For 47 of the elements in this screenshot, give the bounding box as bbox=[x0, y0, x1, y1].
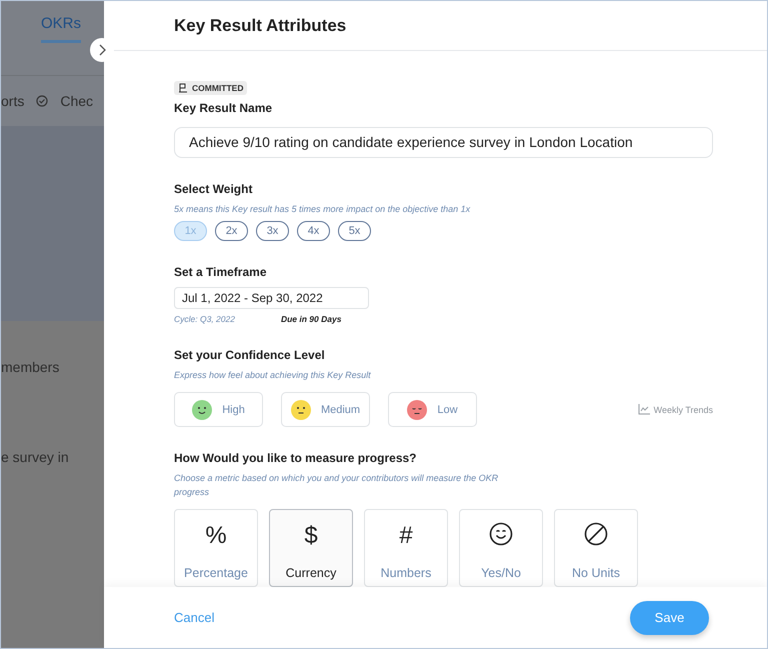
cycle-text: Cycle: Q3, 2022 bbox=[174, 314, 235, 324]
sad-face-icon bbox=[407, 400, 428, 420]
neutral-face-icon bbox=[290, 400, 311, 420]
symbol-text: $ bbox=[304, 522, 318, 550]
weight-option[interactable]: 1x bbox=[174, 220, 207, 241]
section-title: How Would you like to measure progress? bbox=[174, 451, 418, 465]
date-range-field[interactable]: Jul 1, 2022 - Sep 30, 2022 bbox=[174, 286, 369, 309]
field-label: Key Result Name bbox=[174, 101, 274, 115]
metric-option[interactable]: # Numbers bbox=[364, 509, 448, 587]
weekly-trends-link[interactable]: Weekly Trends bbox=[638, 404, 713, 415]
metric-option[interactable]: $ Currency bbox=[269, 509, 353, 587]
key-result-name-field[interactable]: Achieve 9/10 rating on candidate experience survey in London Location bbox=[174, 127, 713, 158]
weight-option[interactable]: 3x bbox=[256, 220, 289, 241]
section-title: Set your Confidence Level bbox=[174, 348, 326, 362]
line-chart-icon bbox=[638, 404, 650, 415]
cancel-link[interactable]: Cancel bbox=[174, 610, 214, 625]
smiley-icon bbox=[489, 522, 513, 546]
hint-text: Express how feel about achieving this Key Result bbox=[174, 369, 372, 382]
due-text: Due in 90 Days bbox=[280, 314, 342, 324]
hint-text: 5x means this Key result has 5 times more impact on the objective than 1x bbox=[174, 202, 472, 216]
panel-title: Key Result Attributes bbox=[174, 16, 346, 36]
metric-option[interactable]: % Percentage bbox=[174, 509, 258, 587]
save-button[interactable]: Save bbox=[630, 600, 709, 634]
badge-text: COMMITTED bbox=[192, 83, 244, 93]
section-title: Select Weight bbox=[174, 182, 254, 196]
row-text: e survey in bbox=[1, 449, 70, 465]
tab[interactable]: OKRs bbox=[40, 1, 81, 43]
prohibited-icon bbox=[584, 522, 608, 546]
confidence-option[interactable]: Low bbox=[388, 392, 477, 427]
weight-option[interactable]: 2x bbox=[215, 220, 248, 241]
weight-option[interactable]: 5x bbox=[338, 220, 371, 241]
flag-icon bbox=[178, 83, 188, 93]
chevron-right-icon bbox=[97, 44, 107, 56]
weight-option[interactable]: 4x bbox=[297, 220, 330, 241]
hint-text: Choose a metric based on which you and your contributors will measure the OKR progress bbox=[174, 472, 500, 499]
menu-item[interactable]: orts bbox=[1, 93, 24, 109]
check-icon bbox=[36, 95, 48, 107]
symbol-text: % bbox=[205, 522, 227, 550]
menu-item[interactable]: Chec bbox=[60, 93, 94, 109]
row-text: members bbox=[1, 359, 60, 375]
confidence-option[interactable]: High bbox=[174, 392, 263, 427]
symbol-text: # bbox=[399, 522, 413, 550]
metric-option[interactable]: Yes/No bbox=[459, 509, 543, 587]
confidence-option[interactable]: Medium bbox=[281, 392, 370, 427]
metric-option[interactable]: No Units bbox=[554, 509, 638, 587]
section-title: Set a Timeframe bbox=[174, 264, 268, 279]
smiling-face-icon bbox=[192, 400, 212, 420]
